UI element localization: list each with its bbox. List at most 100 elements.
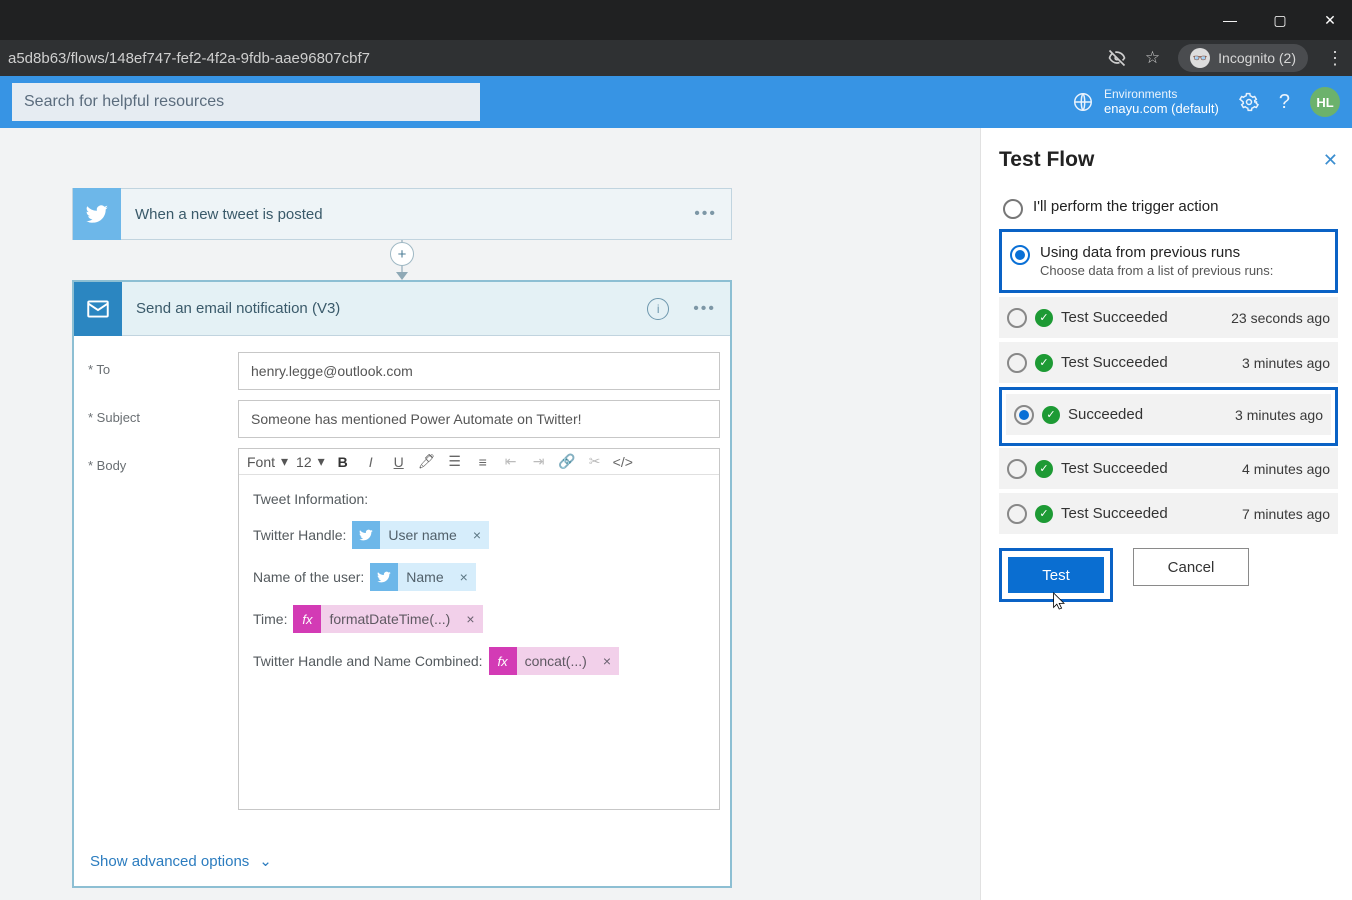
gear-icon[interactable]: [1239, 92, 1259, 112]
italic-button[interactable]: I: [361, 454, 381, 470]
trigger-card[interactable]: When a new tweet is posted •••: [72, 188, 732, 240]
star-icon[interactable]: ☆: [1145, 48, 1160, 68]
browser-url: a5d8b63/flows/148ef747-fef2-4f2a-9fdb-aa…: [8, 50, 1107, 67]
radio-icon: [1007, 353, 1027, 373]
run-label: Test Succeeded: [1061, 505, 1234, 522]
search-input[interactable]: Search for helpful resources: [12, 83, 480, 121]
globe-icon: [1072, 91, 1094, 113]
eye-off-icon[interactable]: [1107, 48, 1127, 68]
underline-button[interactable]: U: [389, 454, 409, 470]
radio-icon: [1003, 199, 1023, 219]
unlink-icon[interactable]: ✂: [585, 453, 605, 470]
to-input[interactable]: henry.legge@outlook.com: [238, 352, 720, 390]
env-label: Environments: [1104, 87, 1219, 101]
pen-icon[interactable]: 🖊: [417, 453, 437, 470]
token-username[interactable]: User name ×: [352, 521, 489, 549]
to-label: * To: [88, 352, 238, 377]
radio-icon: [1007, 308, 1027, 328]
show-advanced-options[interactable]: Show advanced options ⌄: [74, 836, 730, 886]
browser-address-bar[interactable]: a5d8b63/flows/148ef747-fef2-4f2a-9fdb-aa…: [0, 40, 1352, 76]
email-menu-icon[interactable]: •••: [679, 300, 730, 318]
twitter-icon: [352, 521, 380, 549]
success-icon: ✓: [1035, 505, 1053, 523]
cancel-button[interactable]: Cancel: [1133, 548, 1249, 586]
env-value: enayu.com (default): [1104, 101, 1219, 117]
run-row[interactable]: ✓Test Succeeded23 seconds ago: [999, 297, 1338, 338]
environment-picker[interactable]: Environments enayu.com (default): [1072, 87, 1219, 117]
info-icon[interactable]: i: [647, 298, 669, 320]
highlight-box: Using data from previous runs Choose dat…: [999, 229, 1338, 293]
token-name[interactable]: Name ×: [370, 563, 476, 591]
body-text: Twitter Handle:: [253, 527, 346, 543]
token-formatdatetime[interactable]: fx formatDateTime(...) ×: [293, 605, 482, 633]
test-button[interactable]: Test: [1008, 557, 1104, 593]
radio-icon: [1010, 245, 1030, 265]
email-action-card: Send an email notification (V3) i ••• * …: [72, 280, 732, 888]
incognito-icon: 👓: [1190, 48, 1210, 68]
remove-token-icon[interactable]: ×: [595, 653, 619, 669]
body-text: Time:: [253, 611, 287, 627]
body-text: Twitter Handle and Name Combined:: [253, 653, 483, 669]
outdent-icon[interactable]: ⇤: [501, 453, 521, 470]
bullet-list-icon[interactable]: ☰: [445, 453, 465, 470]
panel-title: Test Flow: [999, 148, 1094, 172]
run-label: Test Succeeded: [1061, 354, 1234, 371]
subject-input[interactable]: Someone has mentioned Power Automate on …: [238, 400, 720, 438]
token-concat[interactable]: fx concat(...) ×: [489, 647, 619, 675]
code-view-icon[interactable]: </>: [613, 454, 633, 470]
success-icon: ✓: [1035, 309, 1053, 327]
link-icon[interactable]: 🔗: [557, 453, 577, 470]
app-header: Search for helpful resources Environment…: [0, 76, 1352, 128]
run-time: 3 minutes ago: [1235, 407, 1323, 423]
success-icon: ✓: [1035, 460, 1053, 478]
close-icon[interactable]: ✕: [1323, 150, 1338, 171]
email-title: Send an email notification (V3): [122, 300, 647, 317]
option-previous-runs[interactable]: Using data from previous runs Choose dat…: [1006, 236, 1331, 286]
remove-token-icon[interactable]: ×: [458, 611, 482, 627]
run-row[interactable]: ✓Test Succeeded3 minutes ago: [999, 342, 1338, 383]
email-card-header[interactable]: Send an email notification (V3) i •••: [74, 282, 730, 336]
run-time: 7 minutes ago: [1242, 506, 1330, 522]
trigger-title: When a new tweet is posted: [121, 206, 680, 223]
run-row[interactable]: ✓Test Succeeded4 minutes ago: [999, 448, 1338, 489]
body-editor[interactable]: Font ▾ 12 ▾ B I U 🖊 ☰ ≡ ⇤ ⇥ 🔗: [238, 448, 720, 810]
highlight-box: ✓Succeeded3 minutes ago: [999, 387, 1338, 446]
window-close-button[interactable]: ✕: [1316, 12, 1344, 29]
fx-icon: fx: [293, 605, 321, 633]
mail-icon: [74, 282, 122, 336]
radio-icon: [1007, 459, 1027, 479]
trigger-menu-icon[interactable]: •••: [680, 205, 731, 223]
avatar[interactable]: HL: [1310, 87, 1340, 117]
twitter-icon: [73, 188, 121, 240]
font-select[interactable]: Font ▾: [247, 453, 288, 470]
body-label: * Body: [88, 448, 238, 473]
browser-menu-icon[interactable]: ⋮: [1326, 48, 1344, 69]
font-size-select[interactable]: 12 ▾: [296, 453, 325, 470]
run-label: Test Succeeded: [1061, 460, 1234, 477]
run-row[interactable]: ✓ Test Succeeded 7 minutes ago: [999, 493, 1338, 534]
cursor-icon: [1052, 591, 1068, 611]
number-list-icon[interactable]: ≡: [473, 454, 493, 470]
help-icon[interactable]: ?: [1279, 91, 1290, 114]
run-row[interactable]: ✓Succeeded3 minutes ago: [1006, 394, 1331, 435]
remove-token-icon[interactable]: ×: [452, 569, 476, 585]
window-maximize-button[interactable]: ▢: [1266, 12, 1294, 29]
chevron-down-icon: ⌄: [259, 852, 272, 870]
run-time: 3 minutes ago: [1242, 355, 1330, 371]
remove-token-icon[interactable]: ×: [465, 527, 489, 543]
run-time: 23 seconds ago: [1231, 310, 1330, 326]
window-minimize-button[interactable]: —: [1216, 12, 1244, 28]
body-text: Name of the user:: [253, 569, 364, 585]
body-heading: Tweet Information:: [253, 491, 705, 507]
incognito-indicator[interactable]: 👓 Incognito (2): [1178, 44, 1308, 72]
subject-label: * Subject: [88, 400, 238, 425]
success-icon: ✓: [1042, 406, 1060, 424]
search-placeholder: Search for helpful resources: [24, 93, 224, 111]
connector: +: [72, 240, 732, 280]
window-titlebar: — ▢ ✕: [0, 0, 1352, 40]
option-perform-trigger[interactable]: I'll perform the trigger action: [999, 190, 1338, 227]
add-step-button[interactable]: +: [390, 242, 414, 266]
indent-icon[interactable]: ⇥: [529, 453, 549, 470]
bold-button[interactable]: B: [333, 454, 353, 470]
fx-icon: fx: [489, 647, 517, 675]
